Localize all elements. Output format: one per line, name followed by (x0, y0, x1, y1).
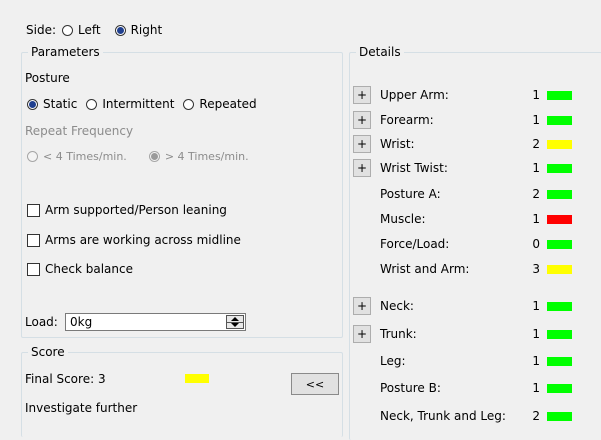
arrow-up-icon (231, 317, 239, 321)
detail-value: 2 (532, 409, 540, 423)
detail-value: 1 (532, 299, 540, 313)
posture-repeated-radio[interactable]: Repeated (183, 97, 257, 111)
arms-midline-checkbox[interactable]: Arms are working across midline (27, 233, 241, 247)
check-balance-checkbox[interactable]: Check balance (27, 262, 133, 276)
detail-label: Neck, Trunk and Leg: (380, 409, 506, 423)
parameters-group: Parameters (21, 45, 343, 338)
detail-value: 1 (532, 381, 540, 395)
details-title: Details (356, 45, 404, 59)
checkbox-box-arm-supported[interactable] (27, 203, 40, 217)
load-stepper[interactable] (65, 313, 246, 331)
checkbox-box-check-balance[interactable] (27, 262, 40, 276)
posture-intermittent-radio[interactable]: Intermittent (86, 97, 174, 111)
detail-value: 0 (532, 237, 540, 251)
posture-label: Posture (25, 71, 70, 85)
detail-value: 2 (532, 187, 540, 201)
check-balance-label: Check balance (45, 262, 133, 276)
load-input[interactable] (66, 314, 228, 330)
posture-static-label: Static (43, 97, 78, 111)
frequency-over-4-label: > 4 Times/min. (164, 150, 249, 163)
detail-label: Forearm: (380, 113, 434, 127)
load-spin-buttons[interactable] (226, 315, 244, 329)
expand-button[interactable]: + (353, 86, 371, 104)
score-title: Score (28, 345, 68, 359)
expand-button[interactable]: + (353, 325, 371, 343)
status-indicator (547, 330, 572, 339)
parameters-title: Parameters (28, 45, 103, 59)
repeat-frequency-label: Repeat Frequency (25, 124, 134, 138)
score-message: Investigate further (25, 401, 138, 415)
detail-label: Posture A: (380, 187, 441, 201)
status-indicator (547, 215, 572, 224)
side-left-radio[interactable]: Left (62, 23, 101, 37)
status-indicator (547, 240, 572, 249)
radio-indicator-under-4[interactable] (27, 151, 38, 162)
status-indicator (547, 412, 572, 421)
detail-label: Wrist and Arm: (380, 262, 470, 276)
radio-indicator-intermittent[interactable] (86, 98, 98, 110)
detail-value: 3 (532, 262, 540, 276)
detail-label: Upper Arm: (380, 88, 449, 102)
detail-value: 1 (532, 327, 540, 341)
arm-supported-checkbox[interactable]: Arm supported/Person leaning (27, 203, 227, 217)
status-indicator (547, 384, 572, 393)
status-indicator (547, 164, 572, 173)
arms-midline-label: Arms are working across midline (45, 233, 241, 247)
side-left-label: Left (78, 23, 101, 37)
side-label: Side: (26, 23, 56, 37)
arrow-down-icon (231, 323, 239, 327)
radio-indicator-repeated[interactable] (183, 98, 195, 110)
detail-label: Muscle: (380, 212, 426, 226)
expand-button[interactable]: + (353, 297, 371, 315)
decrement-button[interactable] (227, 322, 243, 328)
status-indicator (547, 357, 572, 366)
side-right-label: Right (130, 23, 163, 37)
status-indicator (547, 91, 572, 100)
detail-label: Wrist Twist: (380, 161, 448, 175)
detail-value: 1 (532, 161, 540, 175)
detail-value: 2 (532, 137, 540, 151)
repeat-frequency-options: < 4 Times/min. > 4 Times/min. (27, 150, 249, 163)
status-indicator (547, 116, 572, 125)
detail-value: 1 (532, 354, 540, 368)
expand-button[interactable]: + (353, 111, 371, 129)
detail-value: 1 (532, 212, 540, 226)
radio-indicator-over-4[interactable] (148, 151, 160, 162)
radio-indicator-static[interactable] (27, 98, 38, 110)
posture-repeated-label: Repeated (199, 97, 257, 111)
posture-intermittent-label: Intermittent (102, 97, 175, 111)
radio-indicator-left[interactable] (62, 24, 73, 36)
status-indicator (547, 265, 572, 274)
detail-label: Trunk: (380, 327, 417, 341)
status-indicator (547, 302, 572, 311)
status-indicator (547, 140, 572, 149)
status-indicator (547, 190, 572, 199)
posture-static-radio[interactable]: Static (27, 97, 77, 111)
side-right-radio[interactable]: Right (114, 23, 163, 37)
posture-options: Static Intermittent Repeated (27, 97, 257, 111)
final-score-indicator (185, 374, 209, 383)
detail-label: Leg: (380, 354, 406, 368)
checkbox-box-arms-midline[interactable] (27, 233, 40, 247)
arm-supported-label: Arm supported/Person leaning (45, 203, 227, 217)
radio-indicator-right[interactable] (114, 24, 126, 36)
frequency-under-4-radio[interactable]: < 4 Times/min. (27, 150, 127, 163)
detail-label: Force/Load: (380, 237, 450, 251)
detail-label: Posture B: (380, 381, 441, 395)
detail-value: 1 (532, 88, 540, 102)
detail-label: Neck: (380, 299, 414, 313)
expand-button[interactable]: + (353, 159, 371, 177)
detail-value: 1 (532, 113, 540, 127)
final-score-label: Final Score: 3 (25, 372, 106, 386)
side-selector: Side: Left Right (26, 23, 162, 37)
load-label: Load: (25, 315, 58, 329)
collapse-details-button[interactable]: << (291, 373, 339, 395)
detail-label: Wrist: (380, 137, 415, 151)
frequency-under-4-label: < 4 Times/min. (43, 150, 127, 163)
frequency-over-4-radio[interactable]: > 4 Times/min. (148, 150, 249, 163)
expand-button[interactable]: + (353, 135, 371, 153)
